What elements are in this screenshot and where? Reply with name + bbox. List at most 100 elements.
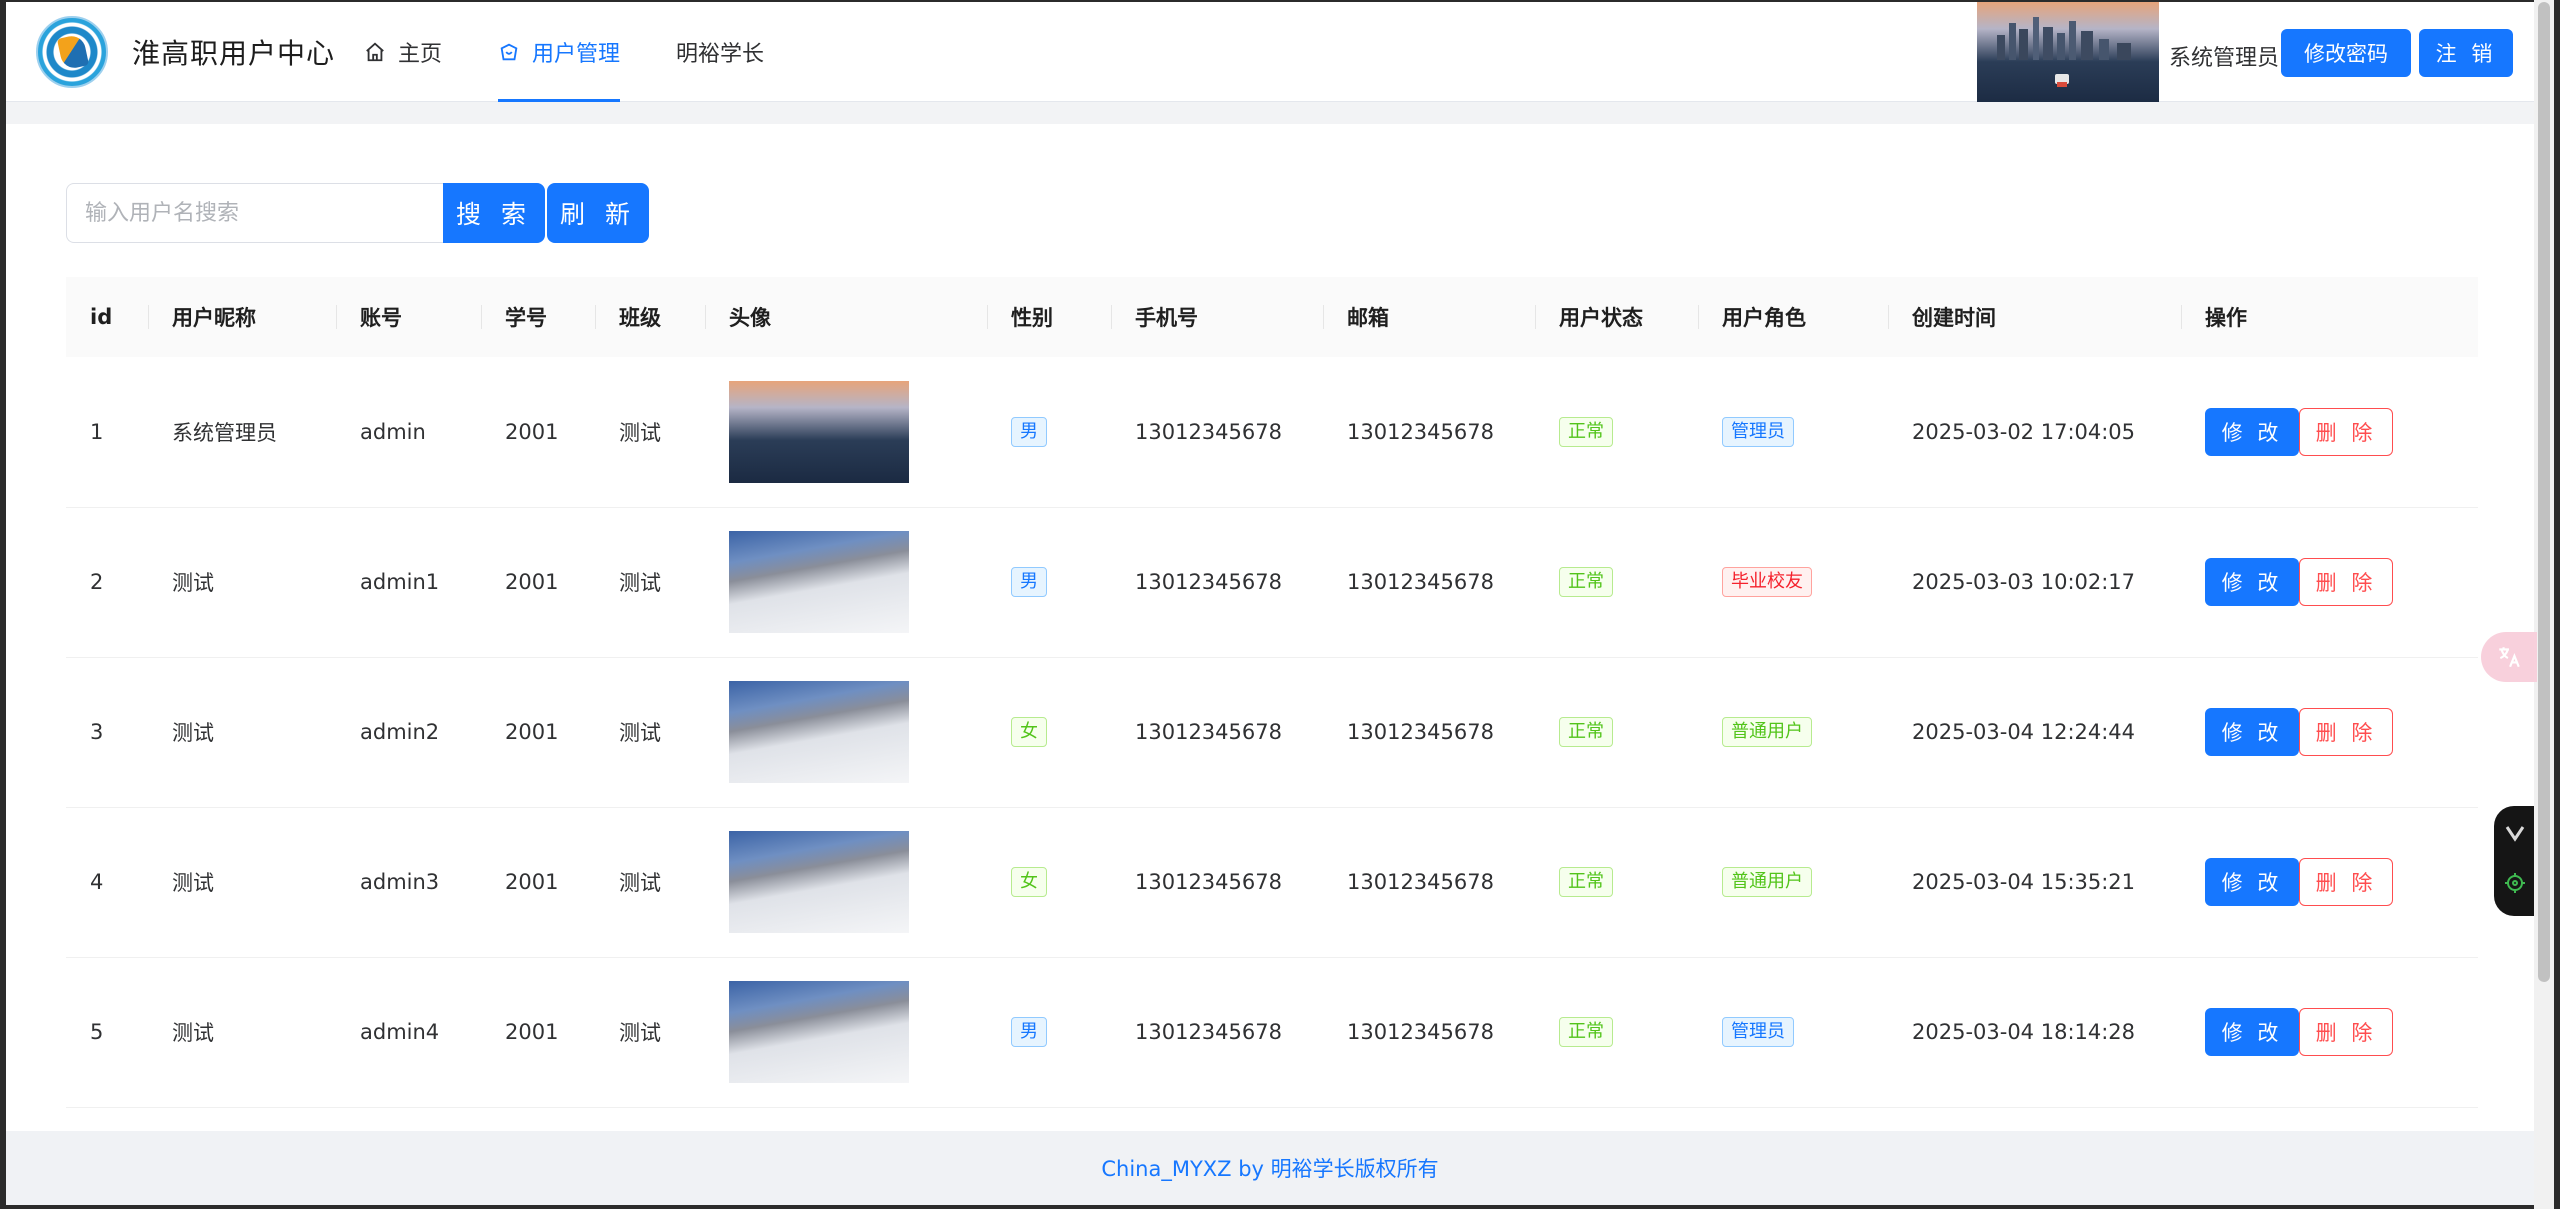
edit-button[interactable]: 修 改: [2205, 708, 2299, 756]
edit-button[interactable]: 修 改: [2205, 558, 2299, 606]
cell-role: 毕业校友: [1698, 507, 1888, 658]
delete-button[interactable]: 删 除: [2299, 407, 2393, 456]
home-icon: [364, 41, 386, 63]
delete-button[interactable]: 删 除: [2299, 558, 2393, 606]
header-divider: [6, 102, 2534, 124]
cell-status: 正常: [1535, 957, 1698, 1108]
nav-item-author[interactable]: 明裕学长: [648, 2, 792, 102]
search-input[interactable]: [66, 183, 446, 243]
col-header-student-no: 学号: [481, 277, 595, 357]
table-body: 1 系统管理员 admin 2001 测试 男 13012345678 1301…: [66, 357, 2478, 1108]
cell-avatar: [705, 357, 987, 508]
cell-role: 管理员: [1698, 357, 1888, 508]
nav-item-user-manage[interactable]: 用户管理: [470, 2, 648, 102]
table-header-row: id 用户昵称 账号 学号 班级 头像 性别 手机号 邮箱 用户状态 用户角色 …: [66, 277, 2478, 357]
cell-status: 正常: [1535, 807, 1698, 958]
status-tag: 正常: [1559, 867, 1613, 897]
col-header-gender: 性别: [987, 277, 1111, 357]
edit-button[interactable]: 修 改: [2205, 858, 2299, 906]
nav-user-manage-label: 用户管理: [532, 42, 621, 67]
cell-id: 5: [66, 957, 148, 1108]
cell-phone: 13012345678: [1111, 507, 1323, 658]
scroll-thumb[interactable]: [2538, 2, 2550, 982]
cell-class: 测试: [595, 357, 705, 508]
cell-phone: 13012345678: [1111, 807, 1323, 958]
role-tag: 管理员: [1722, 416, 1794, 447]
cell-avatar: [705, 807, 987, 958]
cell-email: 13012345678: [1323, 957, 1535, 1108]
cell-id: 1: [66, 357, 148, 508]
cell-class: 测试: [595, 957, 705, 1108]
cell-id: 3: [66, 657, 148, 808]
col-header-email: 邮箱: [1323, 277, 1535, 357]
footer: China_MYXZ by 明裕学长版权所有: [6, 1131, 2534, 1205]
col-header-created: 创建时间: [1888, 277, 2181, 357]
chevron-down-icon[interactable]: [2505, 824, 2525, 846]
cell-nickname: 测试: [148, 957, 336, 1108]
col-header-role: 用户角色: [1698, 277, 1888, 357]
cell-account: admin3: [336, 807, 481, 958]
gender-tag: 男: [1011, 567, 1047, 597]
cell-class: 测试: [595, 507, 705, 658]
edit-button[interactable]: 修 改: [2205, 407, 2299, 456]
cell-role: 普通用户: [1698, 807, 1888, 958]
cell-student-no: 2001: [481, 357, 595, 508]
status-tag: 正常: [1559, 567, 1613, 597]
app-window: 淮高职用户中心 主页 用户管理 明裕学长 系统管理员 修改密码 注 销 输入用户…: [6, 2, 2534, 1205]
cell-nickname: 测试: [148, 507, 336, 658]
nav-item-home[interactable]: 主页: [336, 2, 470, 102]
cell-student-no: 2001: [481, 657, 595, 808]
refresh-button[interactable]: 刷 新: [547, 183, 649, 243]
delete-button[interactable]: 删 除: [2299, 1008, 2393, 1056]
cell-account: admin2: [336, 657, 481, 808]
search-button[interactable]: 搜 索: [443, 183, 545, 243]
cell-phone: 13012345678: [1111, 657, 1323, 808]
user-table: id 用户昵称 账号 学号 班级 头像 性别 手机号 邮箱 用户状态 用户角色 …: [66, 277, 2478, 1108]
delete-button[interactable]: 删 除: [2299, 858, 2393, 906]
translate-icon[interactable]: [2481, 632, 2537, 682]
cell-id: 4: [66, 807, 148, 958]
col-header-status: 用户状态: [1535, 277, 1698, 357]
cell-created: 2025-03-03 10:02:17: [1888, 507, 2181, 658]
user-avatar-image: [729, 831, 909, 933]
table-row: 5 测试 admin4 2001 测试 男 13012345678 130123…: [66, 957, 2478, 1108]
locate-icon[interactable]: [2504, 872, 2526, 898]
cell-id: 2: [66, 507, 148, 658]
logout-button[interactable]: 注 销: [2419, 29, 2513, 77]
footer-copyright: China_MYXZ by 明裕学长版权所有: [1101, 1157, 1439, 1181]
cell-role: 管理员: [1698, 957, 1888, 1108]
app-title: 淮高职用户中心: [132, 37, 336, 70]
cell-actions: 修 改 删 除: [2181, 357, 2478, 508]
user-avatar-image: [729, 380, 909, 483]
cell-email: 13012345678: [1323, 507, 1535, 658]
col-header-actions: 操作: [2181, 277, 2478, 357]
page-scrollbar[interactable]: [2534, 0, 2554, 1209]
cell-nickname: 测试: [148, 657, 336, 808]
cell-avatar: [705, 507, 987, 658]
cell-phone: 13012345678: [1111, 357, 1323, 508]
table-row: 1 系统管理员 admin 2001 测试 男 13012345678 1301…: [66, 357, 2478, 508]
col-header-class: 班级: [595, 277, 705, 357]
cell-actions: 修 改 删 除: [2181, 507, 2478, 658]
cell-status: 正常: [1535, 657, 1698, 808]
change-password-button[interactable]: 修改密码: [2281, 29, 2411, 77]
cell-actions: 修 改 删 除: [2181, 657, 2478, 808]
top-header: 淮高职用户中心 主页 用户管理 明裕学长 系统管理员 修改密码 注 销: [6, 2, 2534, 105]
gender-tag: 女: [1011, 717, 1047, 747]
cell-nickname: 系统管理员: [148, 357, 336, 508]
col-header-id: id: [66, 277, 148, 357]
cell-account: admin4: [336, 957, 481, 1108]
col-header-phone: 手机号: [1111, 277, 1323, 357]
cell-phone: 13012345678: [1111, 957, 1323, 1108]
user-avatar-image: [729, 981, 909, 1083]
edit-button[interactable]: 修 改: [2205, 1008, 2299, 1056]
delete-button[interactable]: 删 除: [2299, 708, 2393, 756]
nav-home-label: 主页: [398, 42, 443, 67]
role-tag: 管理员: [1722, 1017, 1794, 1047]
role-tag: 毕业校友: [1722, 567, 1812, 597]
admin-avatar[interactable]: [1977, 2, 2159, 105]
cell-class: 测试: [595, 657, 705, 808]
user-manage-icon: [498, 41, 520, 63]
cell-created: 2025-03-04 12:24:44: [1888, 657, 2181, 808]
cell-avatar: [705, 657, 987, 808]
